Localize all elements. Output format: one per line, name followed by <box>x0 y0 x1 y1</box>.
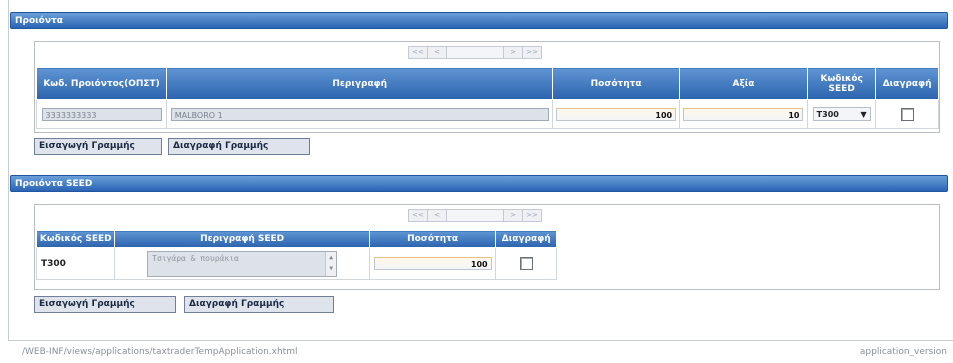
products-table-panel: << < > >> Κωδ. Προιόντος(ΟΠΣΤ) Περιγραφή… <box>34 41 940 133</box>
table-row: 3333333333 MALBORO 1 100 10 T300 ▼ <box>35 99 939 129</box>
pager-next-button[interactable]: > <box>504 47 523 58</box>
seed-code-cell: T300 <box>35 247 116 280</box>
seed-products-pager: << < > >> <box>408 209 542 222</box>
product-value-field[interactable]: 10 <box>683 107 804 121</box>
pager-prev-button[interactable]: < <box>428 210 447 221</box>
delete-checkbox[interactable] <box>519 257 533 270</box>
seed-products-section-header: Προιόντα SEED <box>10 175 948 192</box>
seed-products-table-panel: << < > >> Κωδικός SEED Περιγραφή SEED Πο… <box>34 204 940 290</box>
pager-last-button[interactable]: >> <box>523 210 541 221</box>
column-header-quantity[interactable]: Ποσότητα <box>552 67 680 100</box>
products-table: Κωδ. Προιόντος(ΟΠΣΤ) Περιγραφή Ποσότητα … <box>35 67 939 129</box>
seed-quantity-field[interactable]: 100 <box>373 257 492 270</box>
delete-checkbox[interactable] <box>900 107 914 121</box>
footer-path: /WEB-INF/views/applications/taxtraderTem… <box>22 347 298 357</box>
products-section-header: Προιόντα <box>10 12 948 29</box>
pager-pages <box>447 210 504 221</box>
column-header-value[interactable]: Αξία <box>678 67 809 100</box>
table-row: T300 Τσιγάρα & πουράκια ▲ ▼ 100 <box>35 247 557 280</box>
column-header-description[interactable]: Περιγραφή <box>166 67 554 100</box>
pager-first-button[interactable]: << <box>409 210 428 221</box>
column-header-seed-description[interactable]: Περιγραφή SEED <box>114 230 370 248</box>
pager-prev-button[interactable]: < <box>428 47 447 58</box>
footer-version: application_version <box>859 347 947 357</box>
insert-row-button[interactable]: Εισαγωγή Γραμμής <box>34 138 162 155</box>
column-header-seed-code[interactable]: Κωδικός SEED <box>35 230 116 248</box>
seed-code-select[interactable]: T300 ▼ <box>812 107 871 121</box>
seed-description-textarea[interactable]: Τσιγάρα & πουράκια ▲ ▼ <box>147 250 338 277</box>
delete-row-button[interactable]: Διαγραφή Γραμμής <box>184 296 334 313</box>
seed-description-text: Τσιγάρα & πουράκια <box>152 253 239 263</box>
product-description-field[interactable]: MALBORO 1 <box>170 107 549 121</box>
insert-row-button[interactable]: Εισαγωγή Γραμμής <box>34 296 176 313</box>
column-header-code[interactable]: Κωδ. Προιόντος(ΟΠΣΤ) <box>35 67 168 100</box>
seed-code-selected: T300 <box>816 109 839 119</box>
column-header-seed-code[interactable]: Κωδικός SEED <box>807 67 877 100</box>
column-header-quantity[interactable]: Ποσότητα <box>368 230 497 248</box>
chevron-down-icon: ▼ <box>860 109 867 119</box>
product-code-field[interactable]: 3333333333 <box>41 107 162 121</box>
pager-first-button[interactable]: << <box>409 47 428 58</box>
pager-last-button[interactable]: >> <box>523 47 541 58</box>
column-header-delete[interactable]: Διαγραφή <box>875 67 939 100</box>
seed-products-table: Κωδικός SEED Περιγραφή SEED Ποσότητα Δια… <box>35 230 557 280</box>
pager-next-button[interactable]: > <box>504 210 523 221</box>
products-pager: << < > >> <box>408 46 542 59</box>
column-header-delete[interactable]: Διαγραφή <box>495 230 557 248</box>
textarea-scrollbar[interactable]: ▲ ▼ <box>325 251 337 276</box>
product-quantity-field[interactable]: 100 <box>556 107 677 121</box>
delete-row-button[interactable]: Διαγραφή Γραμμής <box>168 138 310 155</box>
pager-pages <box>447 47 504 58</box>
